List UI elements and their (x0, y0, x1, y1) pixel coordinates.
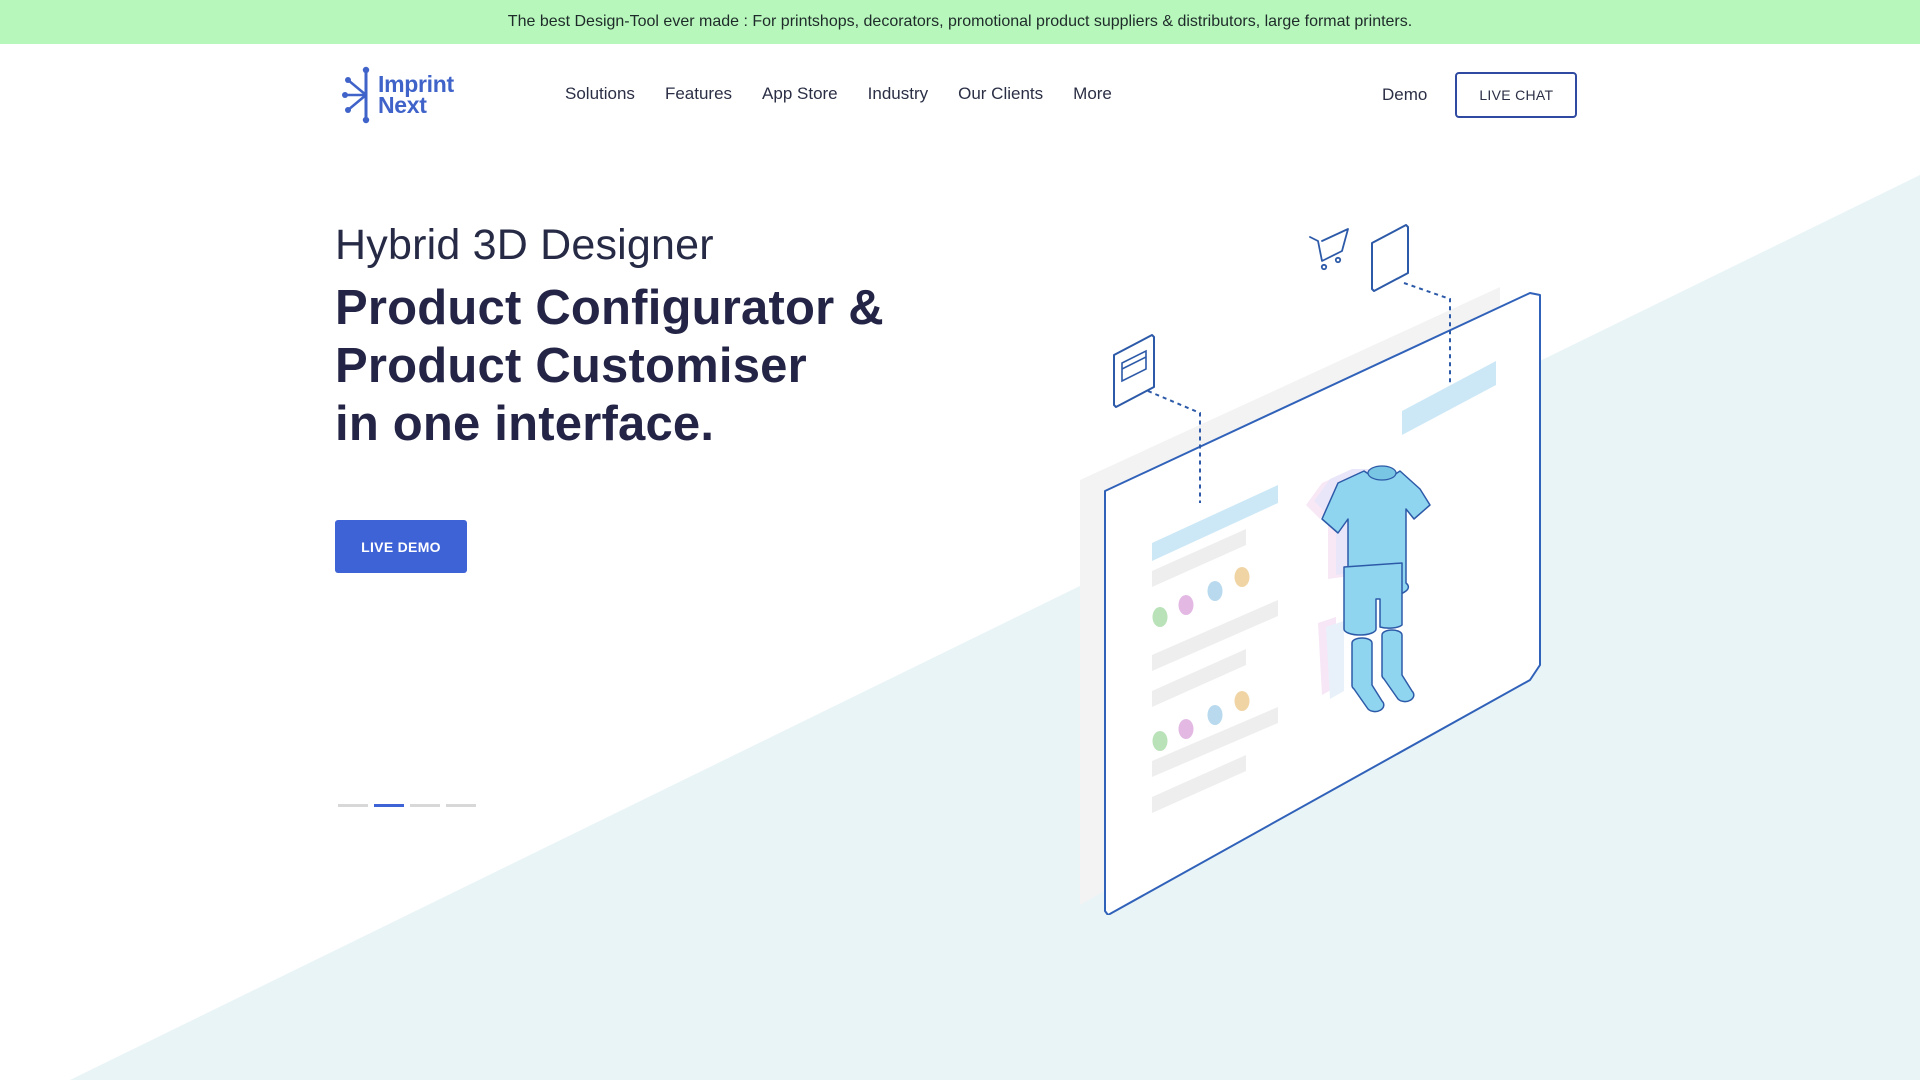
color-swatch-pink (1178, 719, 1194, 739)
navbar: Imprint Next Solutions Features App Stor… (0, 44, 1920, 144)
logo-mark-icon (342, 66, 370, 124)
color-swatch-pink (1178, 595, 1194, 615)
cart-icon (1309, 228, 1349, 271)
credit-card-icon (1113, 334, 1155, 408)
color-swatch-orange (1234, 691, 1250, 711)
collar (1367, 465, 1397, 481)
hero-title-line-2: Product Customiser (335, 339, 807, 394)
nav-industry[interactable]: Industry (868, 84, 928, 104)
nav-solutions[interactable]: Solutions (565, 84, 635, 104)
nav-app-store[interactable]: App Store (762, 84, 838, 104)
color-swatch-blue (1207, 581, 1223, 601)
logo[interactable]: Imprint Next (342, 66, 462, 124)
nav-more[interactable]: More (1073, 84, 1112, 104)
slide-indicator-3[interactable] (410, 804, 440, 807)
live-chat-button[interactable]: LIVE CHAT (1455, 72, 1578, 118)
hero-title: Product Configurator & Product Customise… (335, 279, 975, 453)
page: The best Design-Tool ever made : For pri… (0, 0, 1920, 1080)
hero-title-line-1: Product Configurator & (335, 281, 884, 336)
logo-line-2: Next (378, 92, 427, 118)
demo-link[interactable]: Demo (1382, 85, 1427, 105)
hero-title-line-3: in one interface. (335, 397, 715, 452)
color-swatch-green (1152, 607, 1168, 627)
shorts-icon (1343, 562, 1403, 636)
slide-indicator-2[interactable] (374, 804, 404, 807)
main-nav: Solutions Features App Store Industry Ou… (565, 44, 1142, 144)
color-swatch-green (1152, 731, 1168, 751)
tag-card-icon (1371, 224, 1409, 292)
diagonal-background (70, 175, 1920, 1080)
nav-our-clients[interactable]: Our Clients (958, 84, 1043, 104)
hero-illustration (1080, 224, 1541, 915)
announcement-bar: The best Design-Tool ever made : For pri… (0, 0, 1920, 44)
hero-subtitle: Hybrid 3D Designer (335, 221, 714, 269)
logo-wordmark: Imprint Next (378, 73, 454, 118)
slide-indicator-1[interactable] (338, 804, 368, 807)
color-swatch-blue (1207, 705, 1223, 725)
live-demo-button[interactable]: LIVE DEMO (335, 520, 467, 573)
hero: Hybrid 3D Designer Product Configurator … (335, 221, 975, 453)
color-swatch-orange (1234, 567, 1250, 587)
slide-indicator-4[interactable] (446, 804, 476, 807)
nav-actions: Demo LIVE CHAT (1382, 70, 1578, 120)
nav-features[interactable]: Features (665, 84, 732, 104)
slider-indicators (338, 804, 476, 807)
announcement-text: The best Design-Tool ever made : For pri… (507, 13, 1413, 30)
